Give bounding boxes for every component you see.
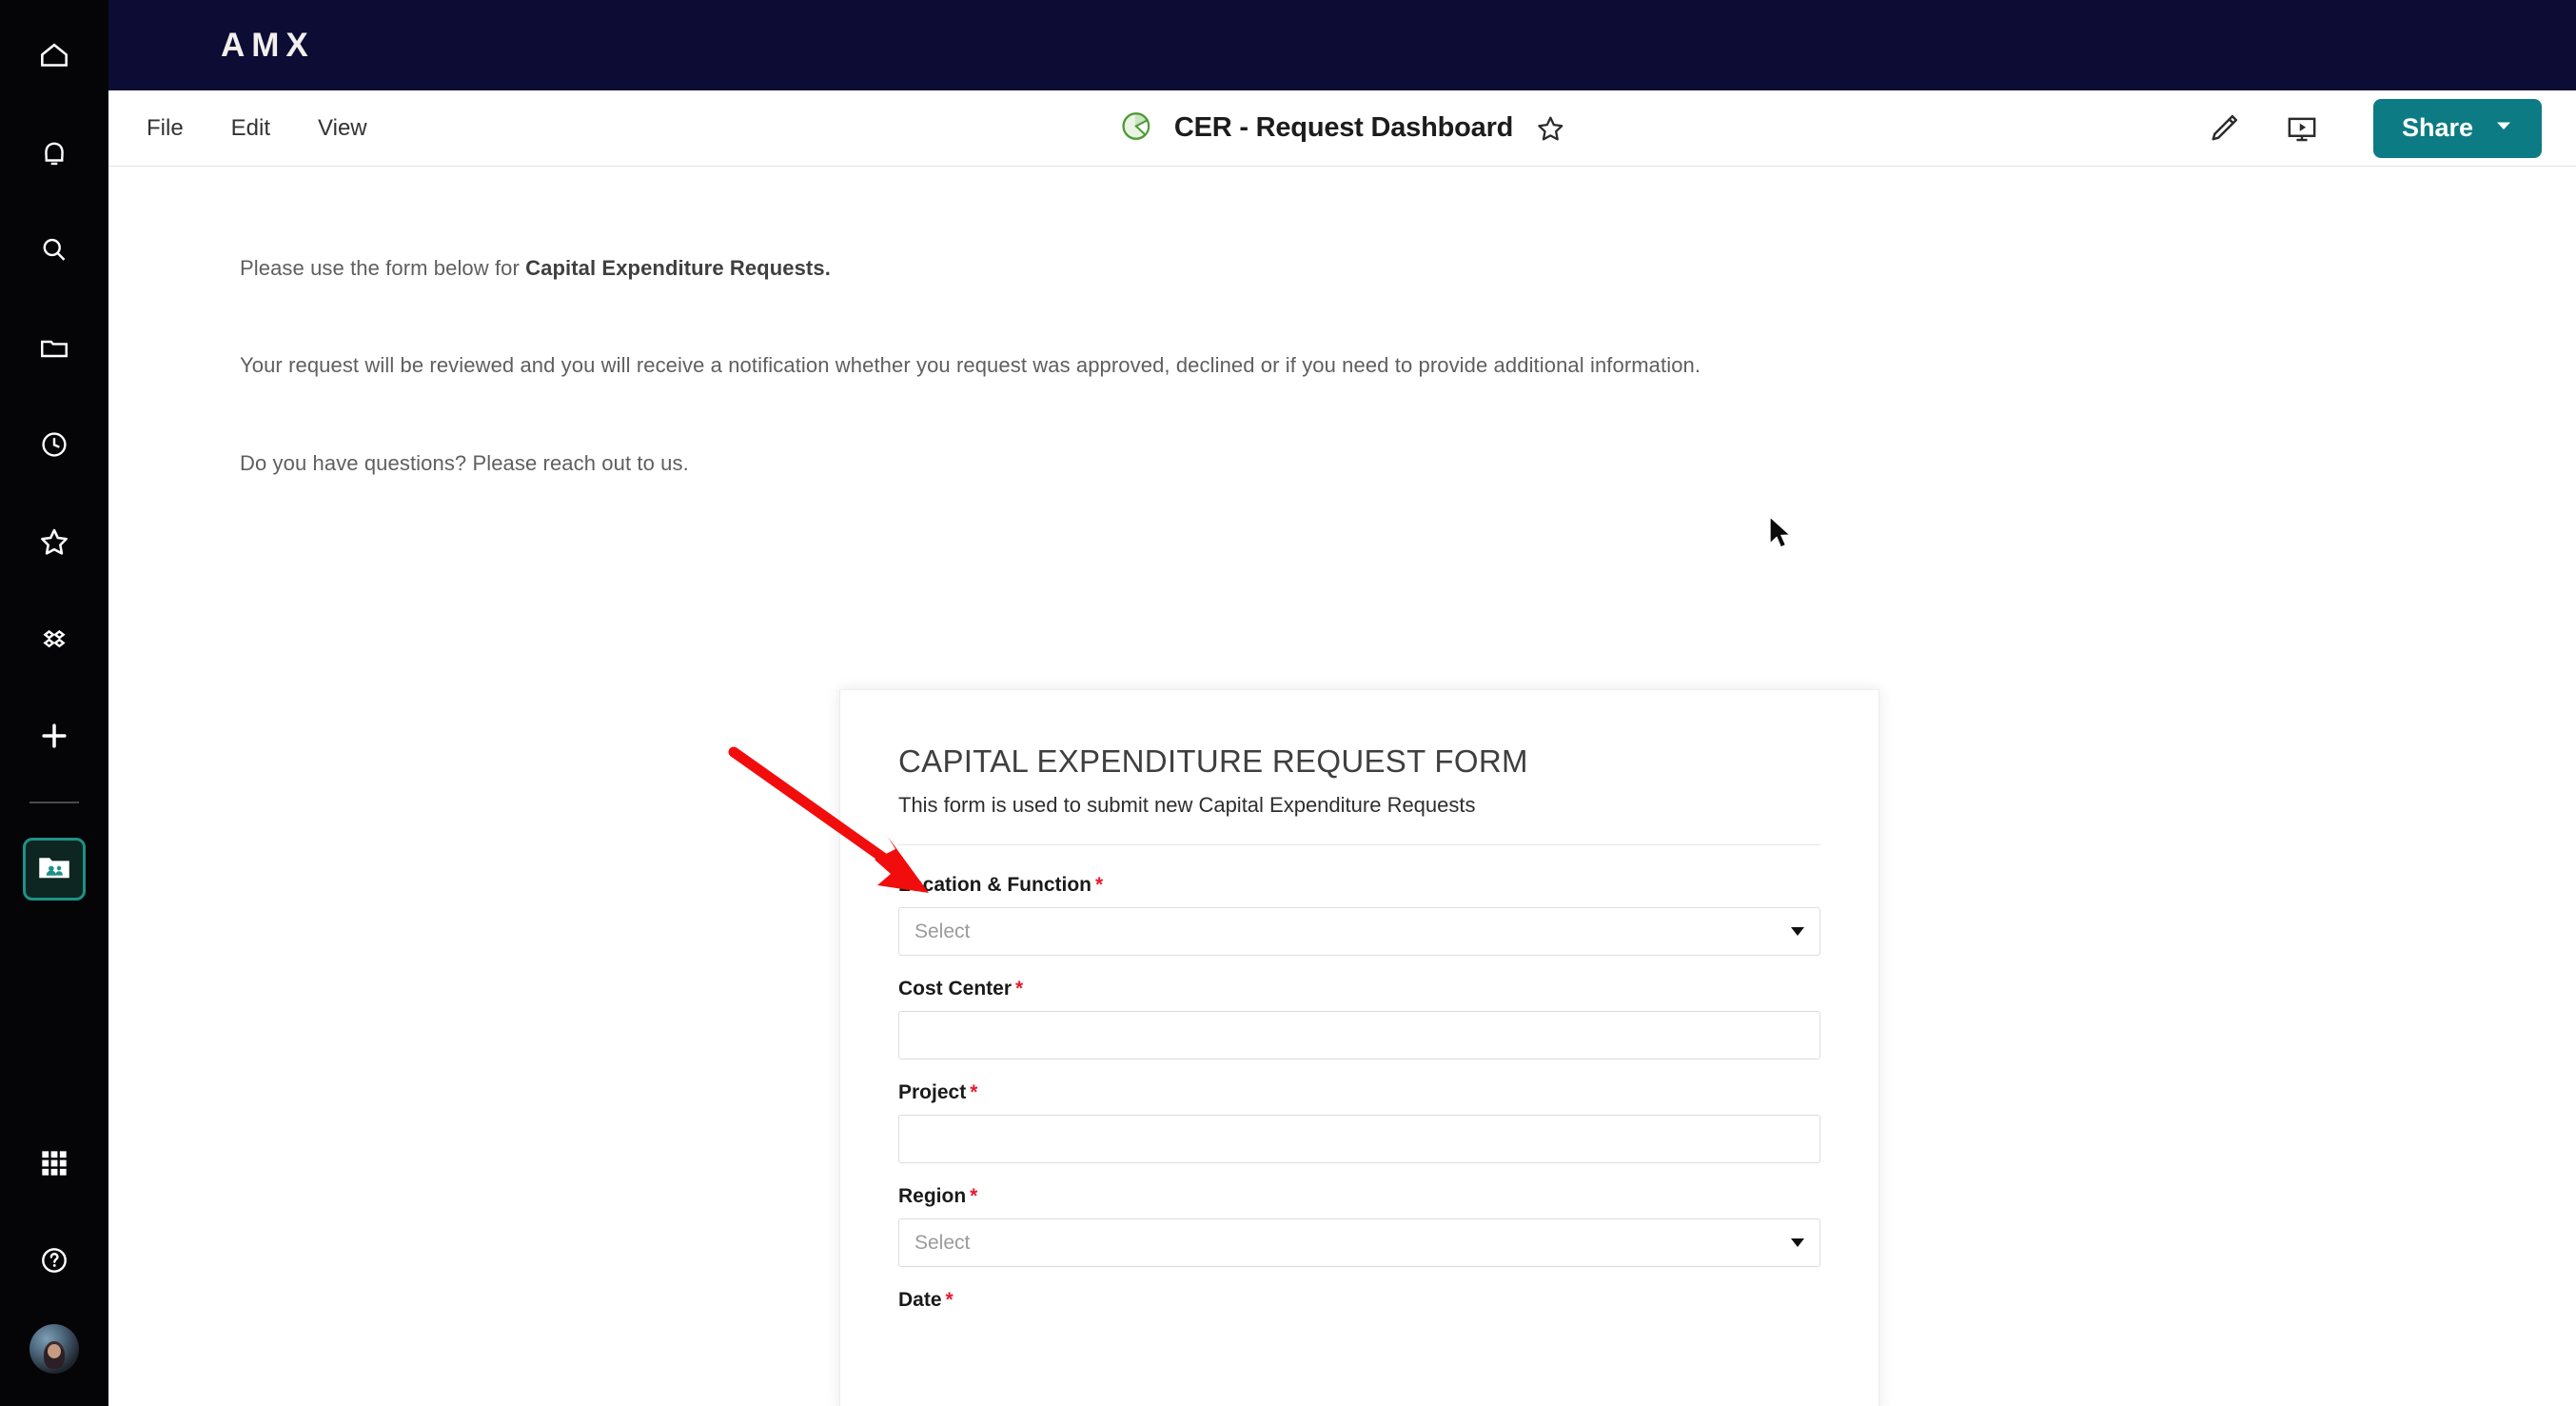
avatar[interactable] [29, 1324, 79, 1374]
menu-edit[interactable]: Edit [229, 111, 272, 146]
share-button-label: Share [2401, 113, 2473, 142]
page-canvas: Please use the form below for Capital Ex… [108, 168, 2576, 1406]
bell-icon[interactable] [25, 124, 84, 183]
rail-divider [29, 802, 79, 803]
intro-paragraph-1: Please use the form below for Capital Ex… [240, 256, 831, 281]
field-label-location-and-function: Location & Function * [898, 874, 1104, 896]
field-label-region: Region * [898, 1185, 978, 1207]
brand-logo: AMX [221, 26, 315, 64]
field-label-project: Project * [898, 1081, 978, 1103]
document-title-group: CER - Request Dashboard [1118, 109, 1566, 149]
diamond-grid-icon[interactable] [25, 609, 84, 668]
star-icon[interactable] [25, 512, 84, 571]
field-cost-center: Cost Center * [898, 978, 1820, 1059]
input-cost-center[interactable] [898, 1011, 1820, 1059]
required-marker: * [970, 1185, 978, 1207]
intro-paragraph-3: Do you have questions? Please reach out … [240, 451, 689, 475]
present-screen-icon[interactable] [2263, 90, 2341, 167]
clock-icon[interactable] [25, 415, 84, 474]
left-nav-rail [0, 0, 108, 1406]
menu-file[interactable]: File [145, 111, 186, 146]
app-root: AMX File Edit View CER - Request Dashboa… [0, 0, 2576, 1406]
select-location-and-function-value: Select [914, 920, 971, 942]
sidebar-item-shared-workspace[interactable] [23, 838, 86, 901]
form-subtitle: This form is used to submit new Capital … [898, 793, 1476, 817]
required-marker: * [1094, 874, 1104, 896]
menu-view[interactable]: View [316, 111, 369, 146]
field-location-and-function: Location & Function * Select [898, 874, 1820, 956]
form-title: CAPITAL EXPENDITURE REQUEST FORM [898, 743, 1528, 779]
form-body: CAPITAL EXPENDITURE REQUEST FORM This fo… [840, 690, 1878, 1312]
page-title: CER - Request Dashboard [1173, 112, 1514, 143]
shared-folder-icon [34, 847, 74, 892]
pie-chart-icon [1118, 109, 1153, 149]
chevron-down-icon [2494, 116, 2513, 140]
capital-expenditure-request-form-card: CAPITAL EXPENDITURE REQUEST FORM This fo… [839, 689, 1879, 1406]
select-region[interactable]: Select [898, 1218, 1820, 1267]
share-button[interactable]: Share [2372, 98, 2542, 158]
required-marker: * [970, 1081, 978, 1103]
field-label-cost-center: Cost Center * [898, 978, 1024, 1000]
field-date: Date * [898, 1289, 1820, 1312]
input-project[interactable] [898, 1115, 1820, 1163]
toolbar-actions: Share [2185, 90, 2576, 167]
menu-bar: File Edit View [145, 111, 369, 146]
intro-paragraph-1-prefix: Please use the form below for [240, 256, 526, 280]
search-icon[interactable] [25, 221, 84, 280]
home-icon[interactable] [25, 27, 84, 86]
chevron-down-icon [1791, 927, 1804, 936]
field-project: Project * [898, 1081, 1820, 1163]
star-outline-icon[interactable] [1534, 112, 1566, 145]
select-location-and-function[interactable]: Select [898, 907, 1820, 956]
field-label-date: Date * [898, 1289, 954, 1311]
field-region: Region * Select [898, 1185, 1820, 1267]
required-marker: * [945, 1289, 954, 1311]
required-marker: * [1015, 978, 1024, 1000]
intro-paragraph-2: Your request will be reviewed and you wi… [240, 353, 1701, 377]
pencil-icon[interactable] [2185, 90, 2263, 167]
brand-bar: AMX [108, 0, 2576, 90]
question-circle-icon[interactable] [25, 1231, 84, 1290]
chevron-down-icon [1791, 1238, 1804, 1247]
document-toolbar: File Edit View CER - Request Dashboard S… [108, 90, 2576, 167]
intro-paragraph-1-bold: Capital Expenditure Requests. [525, 256, 831, 280]
form-divider [898, 844, 1820, 845]
select-region-value: Select [914, 1231, 971, 1254]
folder-icon[interactable] [25, 318, 84, 377]
plus-icon[interactable] [25, 706, 84, 765]
grid-apps-icon[interactable] [25, 1134, 84, 1193]
